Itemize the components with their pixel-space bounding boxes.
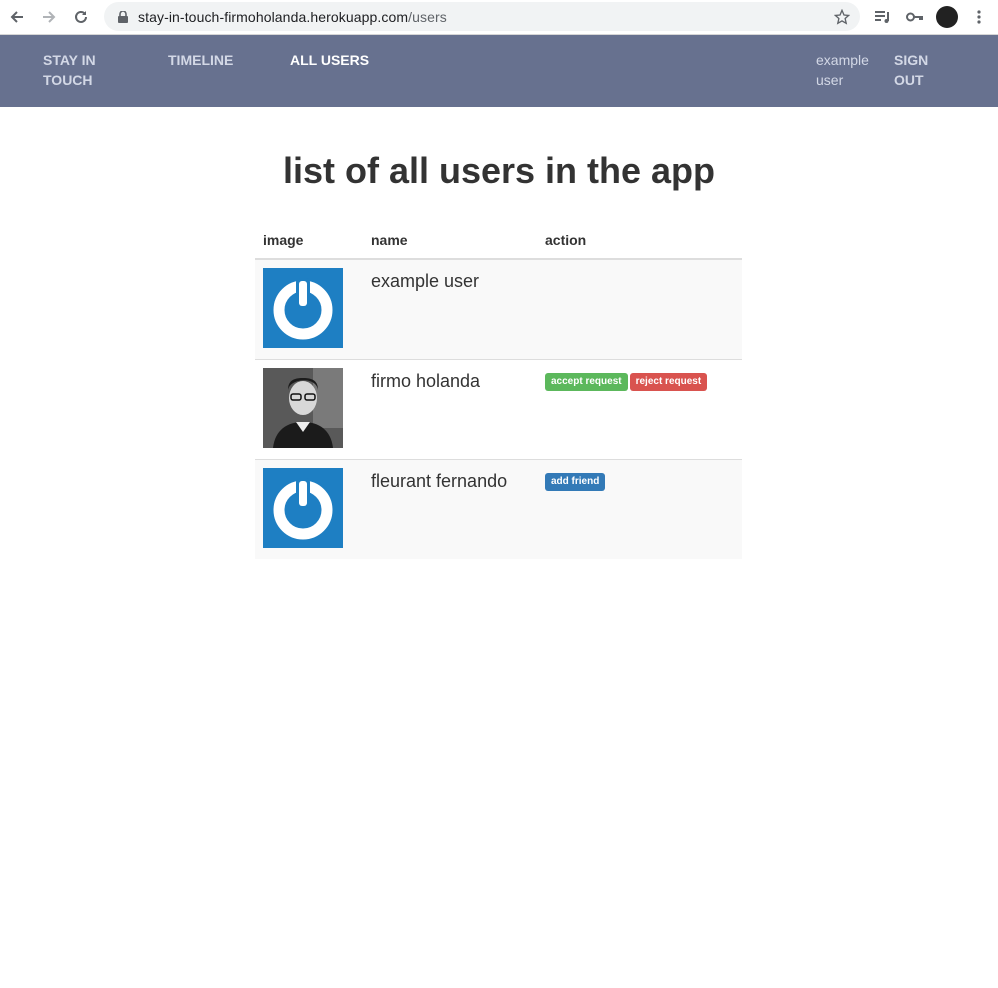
user-image-cell — [255, 258, 363, 360]
user-image-cell — [255, 459, 363, 559]
user-photo — [263, 368, 343, 448]
sign-out-link[interactable]: SIGN OUT — [894, 50, 928, 90]
accept-request-button[interactable]: accept request — [545, 373, 628, 391]
nav-timeline[interactable]: TIMELINE — [168, 50, 233, 70]
table-header-row: image name action — [255, 222, 742, 260]
media-queue-icon[interactable] — [872, 6, 894, 28]
back-icon[interactable] — [5, 5, 29, 29]
profile-avatar[interactable] — [936, 6, 958, 28]
gravatar-default-icon — [263, 268, 343, 348]
url-text: stay-in-touch-firmoholanda.herokuapp.com… — [138, 8, 447, 25]
gravatar-default-icon — [263, 468, 343, 548]
nav-all-users[interactable]: ALL USERS — [290, 50, 369, 70]
user-name: fleurant fernando — [363, 459, 537, 559]
key-icon[interactable] — [904, 6, 926, 28]
app-navbar: STAY IN TOUCH TIMELINE ALL USERS example u… — [0, 35, 998, 107]
forward-icon[interactable] — [37, 5, 61, 29]
user-image-cell — [255, 359, 363, 460]
lock-icon — [116, 10, 130, 24]
reject-request-button[interactable]: reject request — [629, 373, 708, 391]
add-friend-button[interactable]: add friend — [545, 473, 606, 491]
reload-icon[interactable] — [69, 5, 93, 29]
column-header-action: action — [537, 222, 742, 260]
address-bar[interactable]: stay-in-touch-firmoholanda.herokuapp.com… — [104, 2, 860, 31]
table-row: firmo holanda accept request reject reque… — [255, 359, 742, 460]
column-header-image: image — [255, 222, 363, 260]
users-table: image name action example user firmo hol… — [255, 222, 742, 559]
browser-toolbar: stay-in-touch-firmoholanda.herokuapp.com… — [0, 0, 998, 35]
bookmark-star-icon[interactable] — [832, 7, 852, 27]
menu-dots-icon[interactable] — [968, 6, 990, 28]
action-cell — [537, 258, 742, 360]
action-cell: accept request reject request — [537, 359, 742, 460]
current-user-name: example user — [816, 52, 869, 88]
action-cell: add friend — [537, 459, 742, 559]
table-row: fleurant fernando add friend — [255, 459, 742, 559]
user-name: example user — [363, 258, 537, 360]
user-name: firmo holanda — [363, 359, 537, 460]
column-header-name: name — [363, 222, 537, 260]
page-title: list of all users in the app — [282, 150, 716, 191]
brand-link[interactable]: STAY IN TOUCH — [43, 50, 96, 90]
table-row: example user — [255, 258, 742, 360]
